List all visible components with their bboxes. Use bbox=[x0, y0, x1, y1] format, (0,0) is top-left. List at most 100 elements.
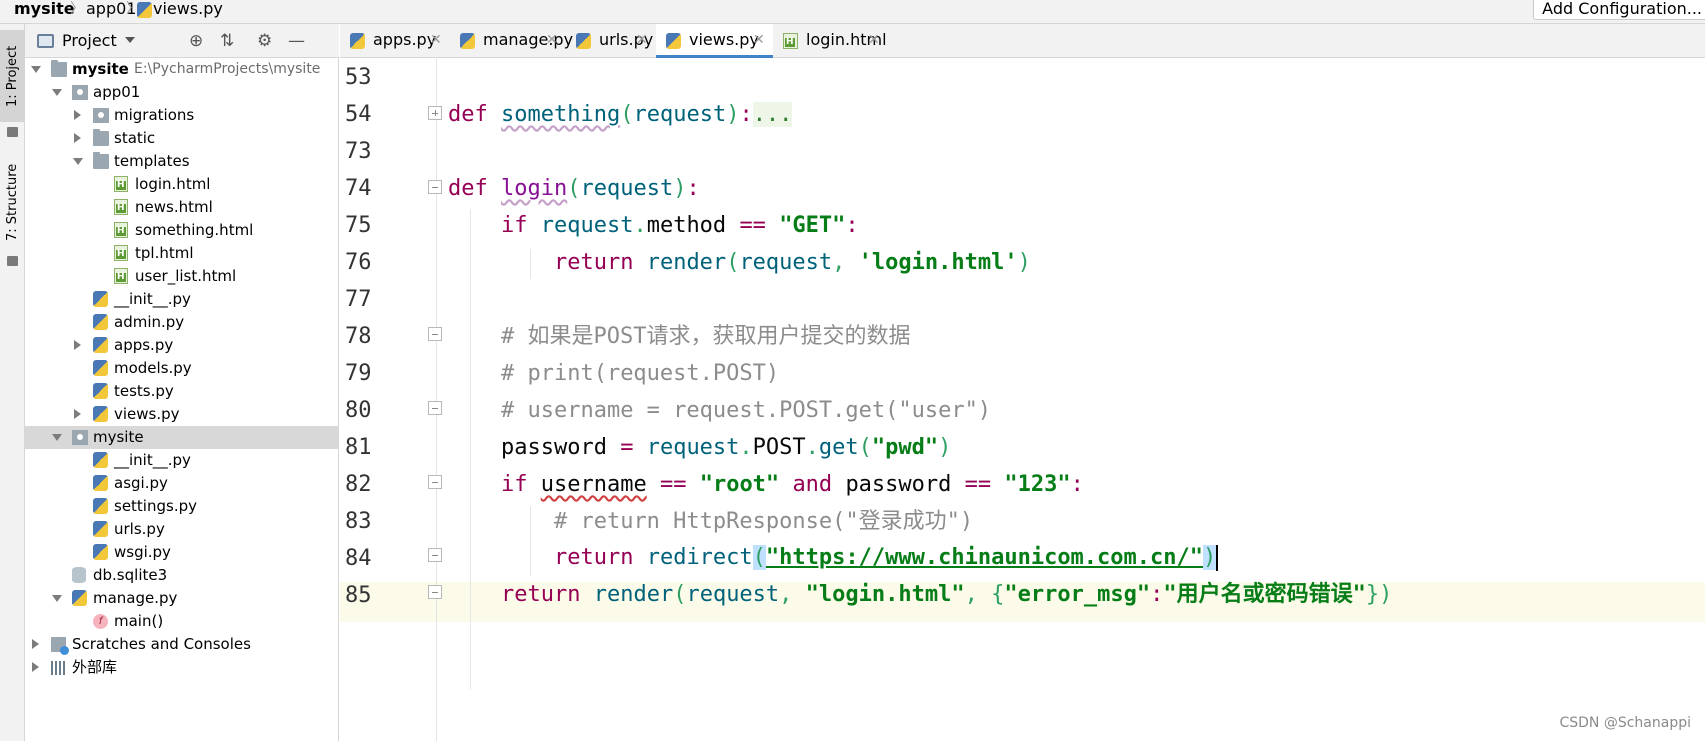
html-file-icon bbox=[783, 33, 798, 49]
fold-expand-icon[interactable] bbox=[428, 106, 442, 120]
code-line-85: return render(request, "login.html", {"e… bbox=[500, 582, 1393, 607]
tree-item[interactable]: news.html bbox=[25, 196, 339, 219]
tree-item[interactable]: 外部库 bbox=[25, 656, 339, 679]
project-view-selector[interactable]: Project bbox=[62, 31, 117, 50]
structure-icon bbox=[7, 256, 18, 266]
chevron-down-icon[interactable] bbox=[125, 37, 135, 43]
fold-end-icon[interactable] bbox=[428, 585, 442, 599]
chevron-down-icon[interactable] bbox=[52, 434, 62, 441]
string-literal: "pwd" bbox=[871, 435, 939, 460]
fold-end-icon[interactable] bbox=[428, 401, 442, 415]
tree-item[interactable]: __init__.py bbox=[25, 288, 339, 311]
chevron-right-icon[interactable] bbox=[32, 639, 39, 649]
tree-item-label: static bbox=[114, 129, 156, 147]
chevron-right-icon[interactable] bbox=[74, 110, 81, 120]
code-line-76: return render(request, 'login.html') bbox=[553, 250, 1031, 275]
tree-item[interactable]: models.py bbox=[25, 357, 339, 380]
chevron-right-icon[interactable] bbox=[74, 340, 81, 350]
close-icon[interactable]: ✕ bbox=[546, 24, 558, 56]
tree-item[interactable]: apps.py bbox=[25, 334, 339, 357]
comment: # return HttpResponse("登录成功") bbox=[553, 509, 974, 534]
tree-item[interactable]: settings.py bbox=[25, 495, 339, 518]
project-tool-tab[interactable]: 1: Project bbox=[0, 30, 25, 122]
library-icon bbox=[51, 661, 67, 675]
fold-end-icon[interactable] bbox=[428, 548, 442, 562]
chevron-down-icon[interactable] bbox=[73, 158, 83, 165]
tree-item[interactable]: static bbox=[25, 127, 339, 150]
chevron-down-icon[interactable] bbox=[52, 89, 62, 96]
close-icon[interactable]: ✕ bbox=[753, 24, 765, 56]
tree-item[interactable]: manage.py bbox=[25, 587, 339, 610]
tree-item[interactable]: asgi.py bbox=[25, 472, 339, 495]
line-number: 79 bbox=[345, 361, 372, 386]
structure-tool-tab[interactable]: 7: Structure bbox=[0, 152, 25, 252]
code-line-74: def login(request): bbox=[448, 176, 700, 201]
comment: # username = request.POST.get("user") bbox=[500, 398, 992, 423]
scratches-icon bbox=[51, 637, 69, 655]
tree-item[interactable]: mysite bbox=[25, 426, 339, 449]
tree-item-label: app01 bbox=[93, 83, 141, 101]
tree-item[interactable]: templates bbox=[25, 150, 339, 173]
fold-collapse-icon[interactable] bbox=[428, 180, 442, 194]
editor-tab[interactable]: urls.py ✕ bbox=[566, 24, 656, 58]
line-number: 82 bbox=[345, 472, 372, 497]
close-icon[interactable]: ✕ bbox=[868, 24, 880, 56]
package-icon bbox=[72, 430, 88, 445]
fold-collapse-icon[interactable] bbox=[428, 327, 442, 341]
close-icon[interactable]: ✕ bbox=[636, 24, 648, 56]
tree-item[interactable]: f main() bbox=[25, 610, 339, 633]
close-icon[interactable]: ✕ bbox=[430, 24, 442, 56]
watermark: CSDN @Schanappi bbox=[1559, 715, 1691, 731]
chevron-down-icon[interactable] bbox=[31, 66, 41, 73]
tree-item[interactable]: something.html bbox=[25, 219, 339, 242]
html-file-icon bbox=[114, 245, 128, 261]
folded-code-placeholder[interactable]: ... bbox=[752, 102, 793, 127]
code-line-54: def something(request):... bbox=[448, 102, 793, 127]
tree-item[interactable]: db.sqlite3 bbox=[25, 564, 339, 587]
chevron-right-icon[interactable] bbox=[74, 409, 81, 419]
tree-item[interactable]: tests.py bbox=[25, 380, 339, 403]
url-string-literal[interactable]: "https://www.chinaunicom.com.cn/" bbox=[766, 545, 1203, 570]
keyword: return bbox=[553, 250, 634, 275]
tree-item-label: wsgi.py bbox=[114, 543, 171, 561]
gear-icon[interactable]: ⚙ bbox=[257, 32, 272, 50]
tree-item[interactable]: admin.py bbox=[25, 311, 339, 334]
tree-item[interactable]: migrations bbox=[25, 104, 339, 127]
editor-tab[interactable]: login.html✕ bbox=[773, 24, 888, 58]
minimize-icon[interactable]: — bbox=[288, 32, 305, 50]
tree-item-label: views.py bbox=[114, 405, 180, 423]
chevron-right-icon[interactable] bbox=[32, 662, 39, 672]
tree-item[interactable]: mysite E:\PycharmProjects\mysite bbox=[25, 58, 339, 81]
chevron-right-icon[interactable] bbox=[74, 133, 81, 143]
function-icon: f bbox=[93, 614, 108, 629]
python-file-icon bbox=[93, 291, 108, 307]
python-file-icon bbox=[460, 33, 475, 49]
comment: # 如果是POST请求，获取用户提交的数据 bbox=[500, 324, 911, 349]
python-file-icon bbox=[93, 452, 108, 468]
collapse-all-icon[interactable]: ⇅ bbox=[220, 32, 234, 50]
tree-item[interactable]: Scratches and Consoles bbox=[25, 633, 339, 656]
tree-item-label: tests.py bbox=[114, 382, 174, 400]
fold-collapse-icon[interactable] bbox=[428, 475, 442, 489]
identifier: method bbox=[646, 213, 727, 238]
tree-item[interactable]: views.py bbox=[25, 403, 339, 426]
tree-item[interactable]: urls.py bbox=[25, 518, 339, 541]
editor-tab[interactable]: apps.py ✕ bbox=[340, 24, 450, 58]
breadcrumb-item-project[interactable]: mysite bbox=[14, 0, 75, 22]
tree-item[interactable]: login.html bbox=[25, 173, 339, 196]
tree-item[interactable]: user_list.html bbox=[25, 265, 339, 288]
locate-icon[interactable]: ⊕ bbox=[189, 32, 203, 50]
string-literal: "GET" bbox=[779, 213, 846, 238]
identifier: request bbox=[540, 213, 634, 238]
tree-item[interactable]: wsgi.py bbox=[25, 541, 339, 564]
breadcrumb-item-file[interactable]: views.py bbox=[153, 0, 223, 22]
chevron-down-icon[interactable] bbox=[52, 595, 62, 602]
tree-item[interactable]: tpl.html bbox=[25, 242, 339, 265]
code-editor[interactable]: 53 54 73 74 75 76 77 78 79 80 81 82 83 84 85 def somet… bbox=[340, 59, 1705, 741]
parameter: request bbox=[580, 176, 674, 201]
editor-tab[interactable]: manage.py ✕ bbox=[450, 24, 573, 58]
editor-tab[interactable]: views.py ✕ bbox=[656, 24, 773, 58]
tree-item[interactable]: __init__.py bbox=[25, 449, 339, 472]
add-configuration-button[interactable]: Add Configuration... bbox=[1533, 0, 1705, 20]
tree-item[interactable]: app01 bbox=[25, 81, 339, 104]
